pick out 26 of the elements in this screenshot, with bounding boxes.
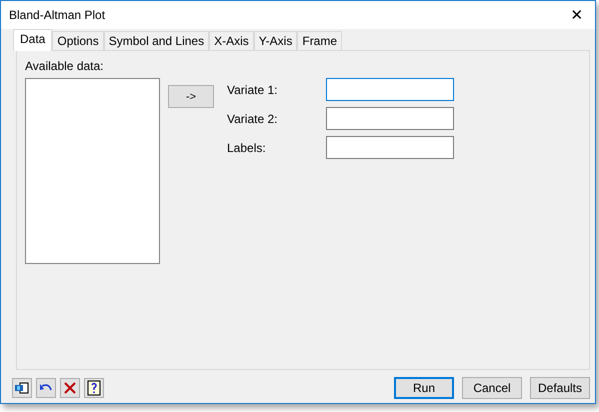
field-label: Variate 2:	[227, 112, 278, 126]
dialog-button[interactable]: Cancel	[462, 377, 522, 399]
tab[interactable]: Options	[52, 31, 104, 50]
tab[interactable]: X-Axis	[209, 31, 254, 50]
tab[interactable]: Frame	[297, 31, 342, 50]
input-field[interactable]	[326, 136, 454, 159]
tab[interactable]: Y-Axis	[254, 31, 298, 50]
field-label: Variate 1:	[227, 82, 278, 96]
import-icon	[15, 382, 29, 394]
dialog-button[interactable]: Run	[394, 377, 454, 399]
toolbar-button[interactable]	[12, 378, 32, 398]
field-label: Labels:	[227, 140, 267, 154]
move-button[interactable]: ->	[168, 85, 214, 108]
available-data-list[interactable]	[25, 78, 160, 264]
window-title: Bland-Altman Plot	[9, 8, 106, 22]
toolbar-button[interactable]	[36, 378, 56, 398]
toolbar-button[interactable]	[84, 378, 104, 398]
input-field[interactable]	[326, 107, 454, 130]
available-data-label: Available data:	[25, 59, 105, 73]
close-icon	[64, 382, 76, 394]
close-button[interactable]: ✕	[567, 6, 587, 24]
dialog-button[interactable]: Defaults	[530, 377, 590, 399]
input-field[interactable]	[326, 78, 454, 101]
tab[interactable]: Data	[13, 29, 52, 51]
tab[interactable]: Symbol and Lines	[104, 31, 210, 50]
help-icon	[87, 380, 101, 396]
